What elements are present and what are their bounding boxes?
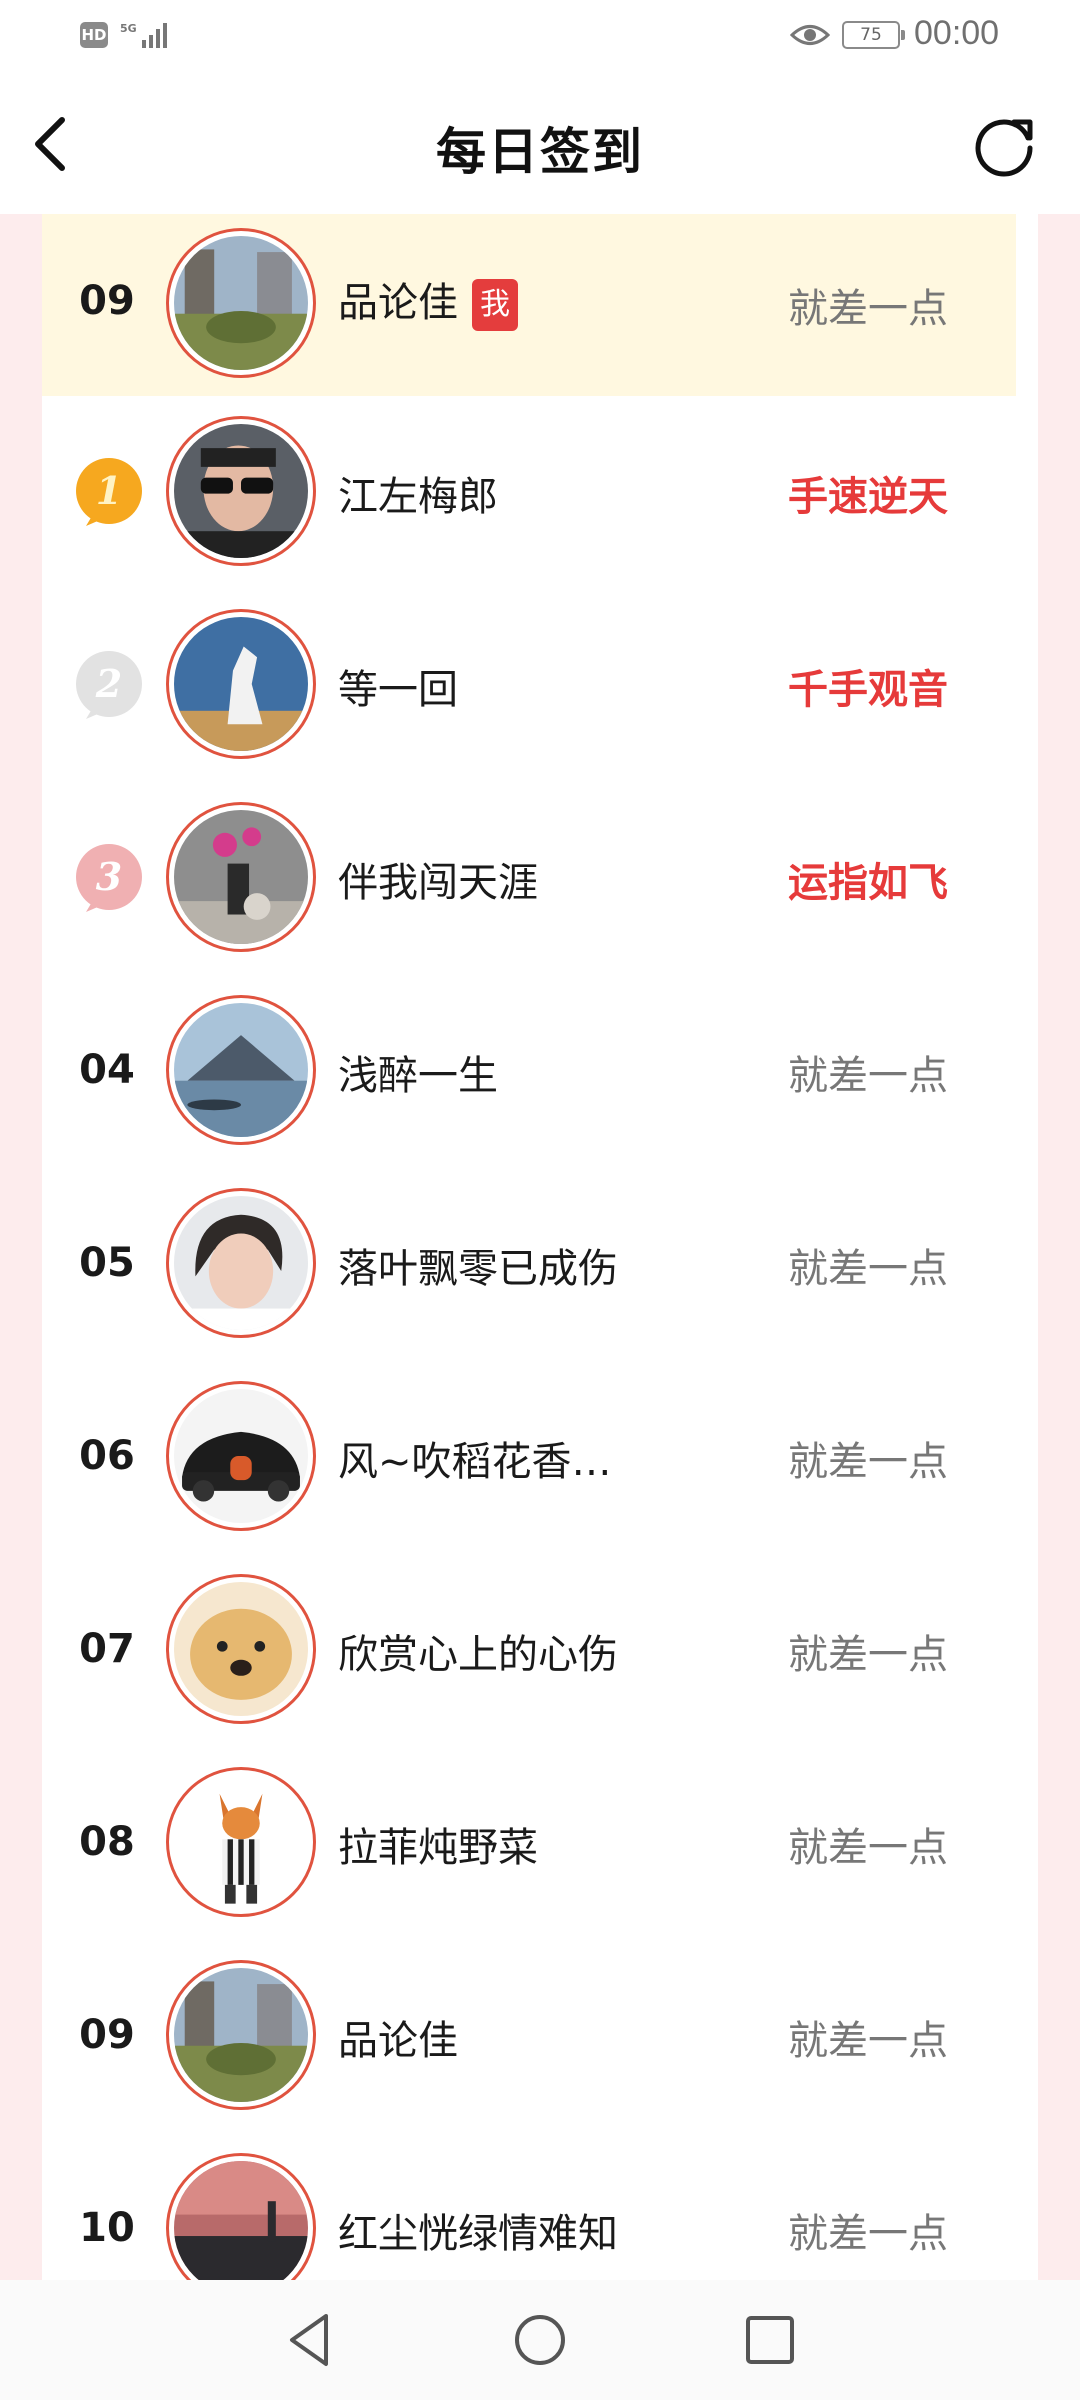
list-item[interactable]: 05 落叶飘零已成伤 就差一点 bbox=[42, 1168, 1016, 1361]
checkin-status: 就差一点 bbox=[788, 1439, 948, 1485]
list-item[interactable]: 10 红尘恍绿情难知 就差一点 bbox=[42, 2133, 1016, 2280]
rank-number: 04 bbox=[79, 1047, 135, 1093]
eye-icon bbox=[790, 25, 830, 45]
me-badge: 我 bbox=[472, 279, 518, 331]
user-name: 品论佳 bbox=[338, 2018, 458, 2064]
rank-number: 09 bbox=[79, 278, 135, 324]
checkin-status: 就差一点 bbox=[788, 286, 948, 332]
user-name: 浅醉一生 bbox=[338, 1053, 498, 1099]
avatar[interactable] bbox=[166, 609, 316, 759]
signal-icon: 5G bbox=[120, 22, 167, 48]
avatar[interactable] bbox=[166, 802, 316, 952]
checkin-status: 就差一点 bbox=[788, 1825, 948, 1871]
rank-number: 06 bbox=[79, 1433, 135, 1479]
checkin-status: 手速逆天 bbox=[788, 474, 948, 520]
avatar[interactable] bbox=[166, 1960, 316, 2110]
avatar[interactable] bbox=[166, 1574, 316, 1724]
checkin-status: 运指如飞 bbox=[788, 860, 948, 906]
user-name: 拉菲炖野菜 bbox=[338, 1825, 538, 1871]
list-item[interactable]: 06 风~吹稻花香… 就差一点 bbox=[42, 1361, 1016, 1554]
app-header: 每日签到 bbox=[0, 72, 1080, 214]
side-strip-left bbox=[0, 214, 42, 2280]
nav-home-icon[interactable] bbox=[512, 2312, 568, 2368]
avatar-image bbox=[174, 617, 308, 751]
list-item[interactable]: 09 品论佳 就差一点 bbox=[42, 1940, 1016, 2133]
user-name: 伴我闯天涯 bbox=[338, 860, 538, 906]
medal-number: 3 bbox=[96, 854, 122, 899]
my-rank-row[interactable]: 09 品论佳我 就差一点 bbox=[42, 214, 1016, 396]
checkin-ranking-list[interactable]: 09 品论佳我 就差一点 1 江左梅郎 手速逆天 2 等一回 千手观音 3 伴我… bbox=[42, 214, 1016, 2280]
avatar-image bbox=[174, 424, 308, 558]
clock: 00:00 bbox=[914, 14, 1000, 52]
checkin-status: 千手观音 bbox=[788, 667, 948, 713]
gold-medal-icon: 1 bbox=[76, 458, 142, 526]
system-nav-bar bbox=[0, 2280, 1080, 2400]
avatar-image bbox=[174, 1389, 308, 1523]
avatar-image bbox=[174, 1003, 308, 1137]
avatar-image bbox=[174, 1775, 308, 1909]
avatar-image bbox=[174, 2161, 308, 2280]
list-item[interactable]: 2 等一回 千手观音 bbox=[42, 589, 1016, 782]
avatar[interactable] bbox=[166, 2153, 316, 2280]
checkin-status: 就差一点 bbox=[788, 2211, 948, 2257]
rank-number: 08 bbox=[79, 1819, 135, 1865]
avatar-image bbox=[174, 1196, 308, 1330]
hd-indicator: HD bbox=[80, 22, 108, 48]
bronze-medal-icon: 3 bbox=[76, 844, 142, 912]
avatar[interactable] bbox=[166, 228, 316, 378]
user-name: 品论佳我 bbox=[338, 270, 518, 331]
user-name: 等一回 bbox=[338, 667, 458, 713]
page-title: 每日签到 bbox=[436, 123, 644, 181]
avatar-image bbox=[174, 810, 308, 944]
user-name: 风~吹稻花香… bbox=[338, 1439, 612, 1485]
side-strip-right bbox=[1038, 214, 1080, 2280]
list-item[interactable]: 3 伴我闯天涯 运指如飞 bbox=[42, 782, 1016, 975]
checkin-status: 就差一点 bbox=[788, 1053, 948, 1099]
checkin-status: 就差一点 bbox=[788, 2018, 948, 2064]
refresh-icon[interactable] bbox=[968, 108, 1040, 180]
medal-number: 1 bbox=[96, 468, 122, 513]
battery-indicator: 75 bbox=[842, 21, 905, 49]
nav-back-icon[interactable] bbox=[282, 2310, 338, 2370]
list-item[interactable]: 08 拉菲炖野菜 就差一点 bbox=[42, 1747, 1016, 1940]
checkin-status: 就差一点 bbox=[788, 1632, 948, 1678]
avatar-image bbox=[174, 236, 308, 370]
avatar[interactable] bbox=[166, 1767, 316, 1917]
user-name-text: 品论佳 bbox=[338, 280, 458, 326]
checkin-status: 就差一点 bbox=[788, 1246, 948, 1292]
user-name: 欣赏心上的心伤 bbox=[338, 1632, 618, 1678]
nav-recent-apps-icon[interactable] bbox=[744, 2314, 796, 2366]
avatar[interactable] bbox=[166, 416, 316, 566]
user-name: 江左梅郎 bbox=[338, 474, 498, 520]
avatar[interactable] bbox=[166, 1381, 316, 1531]
rank-number: 09 bbox=[79, 2012, 135, 2058]
list-item[interactable]: 1 江左梅郎 手速逆天 bbox=[42, 396, 1016, 589]
rank-number: 07 bbox=[79, 1626, 135, 1672]
status-bar: HD 5G 75 00:00 bbox=[0, 0, 1080, 72]
avatar-image bbox=[174, 1968, 308, 2102]
silver-medal-icon: 2 bbox=[76, 651, 142, 719]
avatar[interactable] bbox=[166, 1188, 316, 1338]
list-item[interactable]: 04 浅醉一生 就差一点 bbox=[42, 975, 1016, 1168]
rank-number: 10 bbox=[79, 2205, 135, 2251]
medal-number: 2 bbox=[95, 661, 122, 706]
list-item[interactable]: 07 欣赏心上的心伤 就差一点 bbox=[42, 1554, 1016, 1747]
user-name: 落叶飘零已成伤 bbox=[338, 1246, 618, 1292]
avatar[interactable] bbox=[166, 995, 316, 1145]
user-name: 红尘恍绿情难知 bbox=[338, 2211, 618, 2257]
avatar-image bbox=[174, 1582, 308, 1716]
rank-number: 05 bbox=[79, 1240, 135, 1286]
svg-text:5G: 5G bbox=[120, 22, 137, 35]
